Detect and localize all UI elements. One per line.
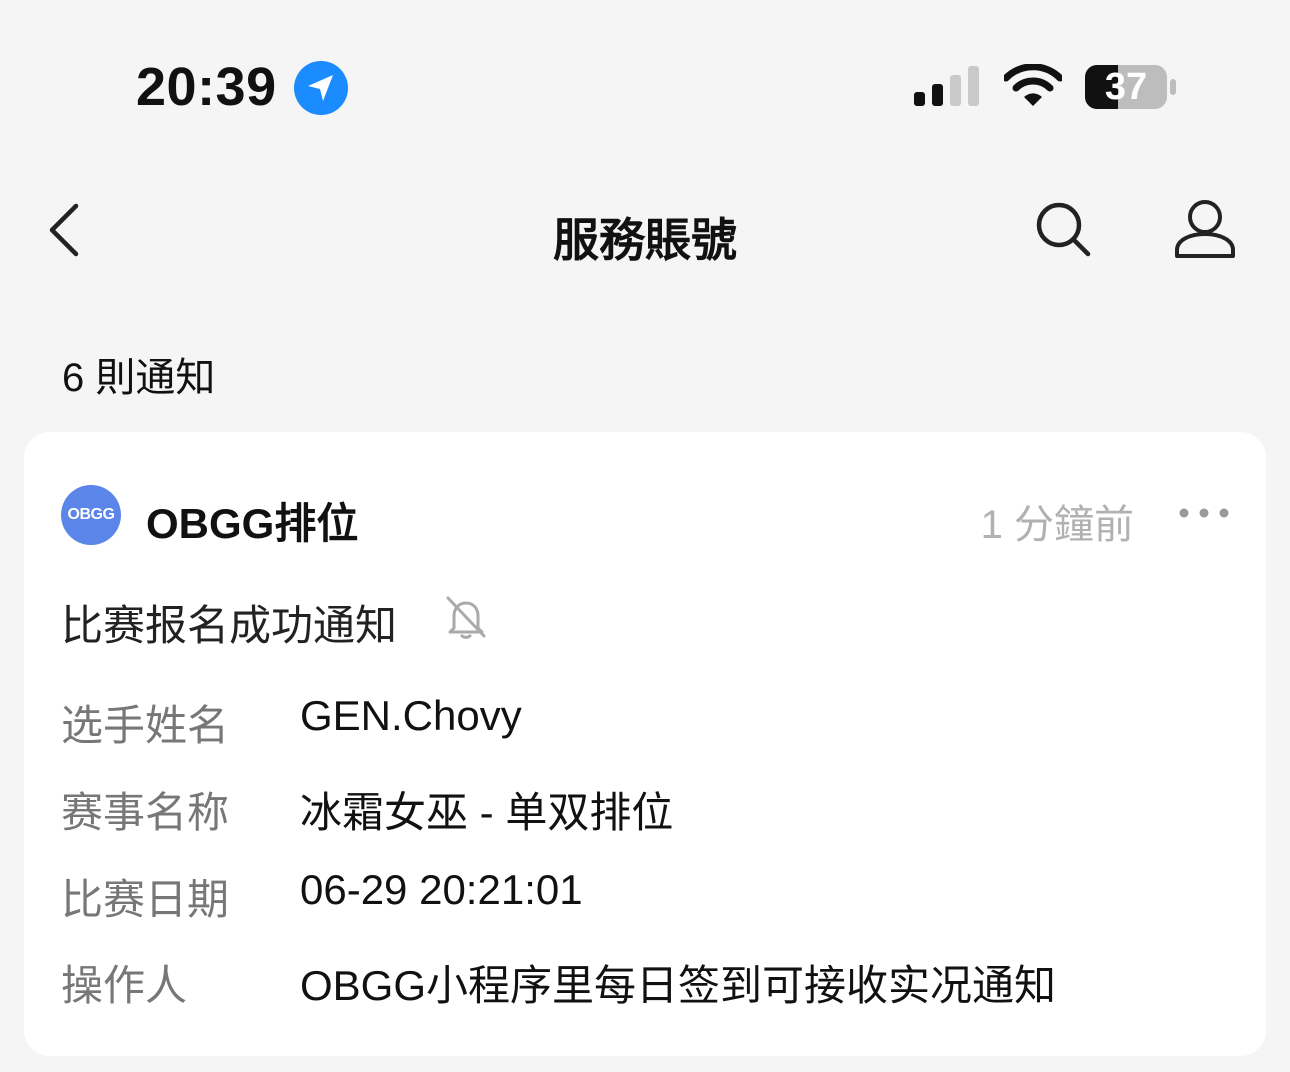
message-title: 比赛报名成功通知 bbox=[61, 602, 398, 649]
signal-icon bbox=[914, 66, 979, 106]
search-icon[interactable] bbox=[1034, 200, 1092, 258]
field-value: 冰霜女巫 - 单双排位 bbox=[300, 789, 674, 836]
notification-card[interactable]: OBGG OBGG排位 1 分鐘前 比赛报名成功通知 选手姓名 GEN.Chov… bbox=[24, 432, 1266, 1056]
status-bar: 20:39 37 bbox=[0, 0, 1290, 150]
battery-level: 37 bbox=[1104, 66, 1148, 108]
bell-muted-icon bbox=[446, 596, 486, 639]
sender-name[interactable]: OBGG排位 bbox=[146, 490, 358, 551]
field-label: 赛事名称 bbox=[61, 789, 230, 836]
page-title: 服務賬號 bbox=[553, 214, 737, 266]
field-value: 06-29 20:21:01 bbox=[300, 866, 583, 913]
field-label: 选手姓名 bbox=[61, 702, 230, 749]
timestamp: 1 分鐘前 bbox=[980, 503, 1134, 547]
more-icon[interactable] bbox=[1178, 498, 1230, 528]
field-label: 操作人 bbox=[61, 962, 188, 1009]
field-label: 比赛日期 bbox=[61, 876, 230, 923]
wifi-icon bbox=[1004, 64, 1062, 106]
user-icon[interactable] bbox=[1174, 198, 1236, 260]
avatar[interactable]: OBGG bbox=[61, 485, 121, 545]
notification-count: 6 則通知 bbox=[62, 356, 216, 400]
nav-bar: 服務賬號 bbox=[0, 170, 1290, 290]
field-value: GEN.Chovy bbox=[300, 692, 522, 739]
clock: 20:39 bbox=[136, 57, 277, 117]
location-arrow-icon bbox=[294, 61, 348, 115]
field-value: OBGG小程序里每日签到可接收实况通知 bbox=[300, 962, 1057, 1009]
battery-icon: 37 bbox=[1084, 64, 1178, 110]
